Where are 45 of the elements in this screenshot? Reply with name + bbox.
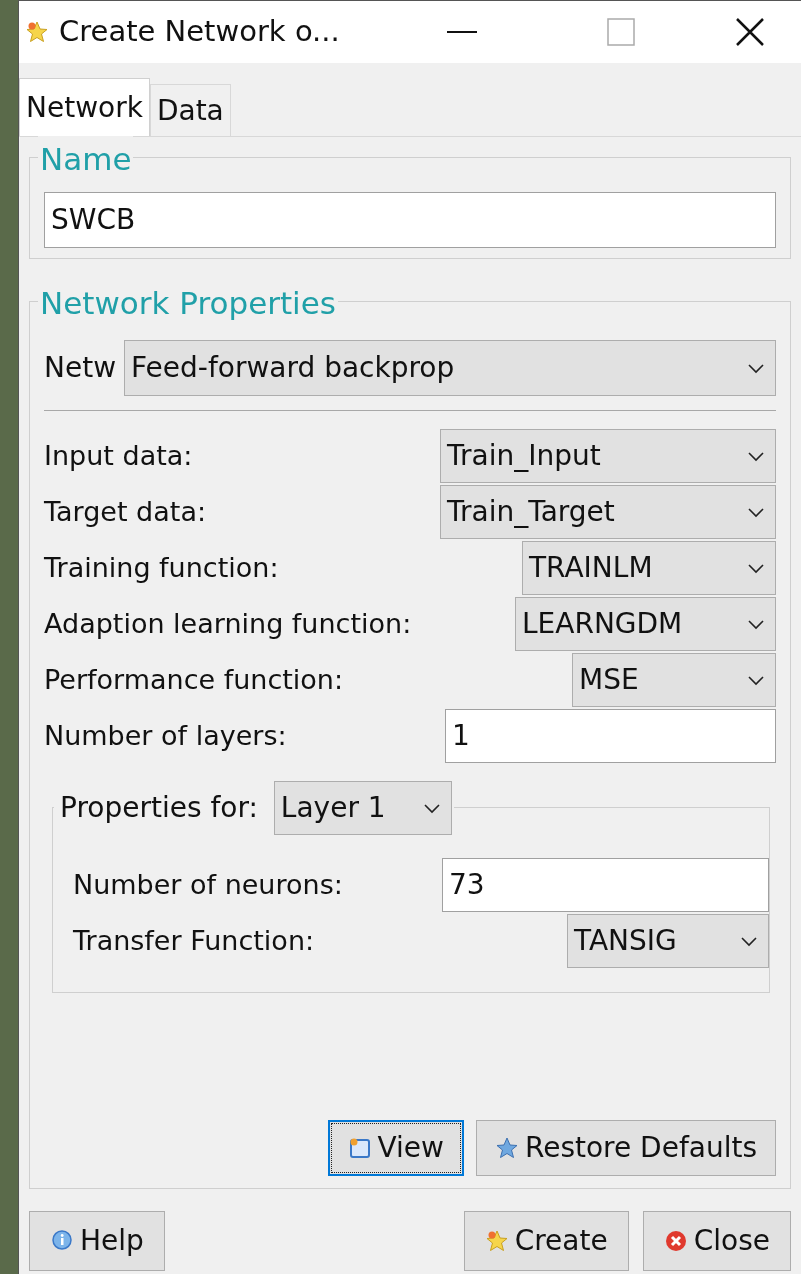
chevron-down-icon bbox=[747, 506, 765, 518]
chevron-down-icon bbox=[740, 935, 758, 947]
close-icon[interactable] bbox=[735, 17, 765, 47]
input-field[interactable]: 1 bbox=[445, 709, 776, 763]
field-label: Performance function: bbox=[44, 662, 344, 697]
button[interactable]: Close bbox=[642, 1211, 791, 1271]
field-label: Target data: bbox=[44, 494, 207, 529]
minimize-icon[interactable] bbox=[447, 30, 477, 34]
button[interactable]: Restore Defaults bbox=[475, 1120, 776, 1176]
chevron-down-icon bbox=[747, 450, 765, 462]
dropdown[interactable]: Feed-forward backprop bbox=[124, 340, 776, 396]
field-label: Transfer Function: bbox=[73, 923, 315, 958]
button[interactable]: Create bbox=[463, 1211, 629, 1271]
dropdown[interactable]: Layer 1 bbox=[273, 781, 452, 835]
field-label: Training function: bbox=[44, 550, 279, 585]
chevron-down-icon bbox=[747, 618, 765, 630]
field-label: Properties for: bbox=[59, 790, 259, 826]
window-title: Create Network o... bbox=[59, 13, 340, 51]
chevron-down-icon bbox=[422, 802, 441, 814]
text-field[interactable]: SWCB bbox=[44, 192, 776, 248]
dropdown[interactable]: MSE bbox=[572, 653, 776, 707]
button[interactable]: View bbox=[327, 1120, 464, 1176]
close-icon bbox=[663, 1229, 688, 1253]
tab[interactable]: Data bbox=[149, 84, 231, 136]
dropdown[interactable]: TRAINLM bbox=[522, 541, 776, 595]
window-icon bbox=[347, 1136, 372, 1160]
input-field[interactable]: 73 bbox=[442, 858, 769, 912]
field-label: Input data: bbox=[44, 438, 193, 473]
chevron-down-icon bbox=[747, 362, 765, 374]
chevron-down-icon bbox=[747, 674, 765, 686]
dropdown[interactable]: LEARNGDM bbox=[515, 597, 776, 651]
field-label: Adaption learning function: bbox=[44, 606, 412, 641]
dropdown[interactable]: Train_Target bbox=[440, 485, 776, 539]
field-label: Netw bbox=[44, 350, 118, 386]
star-icon bbox=[494, 1136, 519, 1160]
star-icon bbox=[25, 20, 49, 44]
field-label: Number of neurons: bbox=[73, 867, 343, 902]
field-label: Number of layers: bbox=[44, 718, 287, 753]
info-icon bbox=[50, 1229, 74, 1253]
dropdown[interactable]: TANSIG bbox=[567, 914, 769, 968]
tab[interactable]: Network bbox=[19, 78, 150, 136]
chevron-down-icon bbox=[747, 562, 765, 574]
button[interactable]: Help bbox=[29, 1211, 165, 1271]
dropdown[interactable]: Train_Input bbox=[440, 429, 776, 483]
star-icon bbox=[484, 1229, 509, 1253]
